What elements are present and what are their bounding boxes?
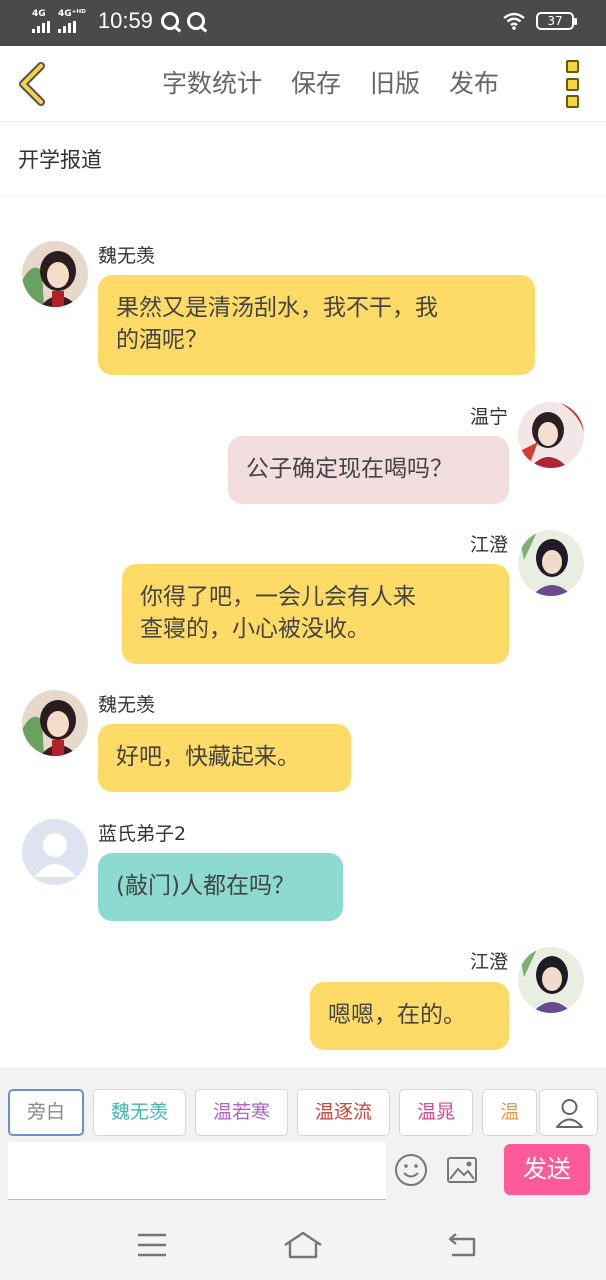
- clock: 10:59: [97, 8, 153, 33]
- message-bubble[interactable]: 好吧，快藏起来。: [98, 724, 351, 792]
- message-bubble[interactable]: 嗯嗯，在的。: [310, 982, 509, 1050]
- word-count-button[interactable]: 字数统计: [162, 68, 262, 100]
- menu-icon: [138, 1233, 166, 1257]
- sender-name: 蓝氏弟子2: [98, 823, 187, 845]
- role-chip[interactable]: 温逐流: [297, 1089, 391, 1136]
- signal-bars-icon: [32, 20, 50, 33]
- jiang-cheng-avatar[interactable]: [518, 530, 584, 596]
- send-button[interactable]: 发送: [504, 1144, 590, 1195]
- signal-indicator-2: 4G⁺ᴴᴰ: [58, 8, 86, 33]
- chevron-left-icon: [19, 62, 45, 106]
- nav-back-button[interactable]: [440, 1229, 484, 1261]
- editor-toolbar: 字数统计 保存 旧版 发布: [0, 46, 606, 122]
- back-icon: [448, 1233, 476, 1257]
- signal-1-label: 4G: [32, 8, 46, 19]
- message-line: 嗯嗯，在的。: [328, 1002, 466, 1028]
- image-button[interactable]: [446, 1155, 478, 1185]
- person-icon: [556, 1099, 583, 1128]
- message-line: 公子确定现在喝吗？: [246, 456, 453, 482]
- composer-panel: 旁白 魏无羡 温若寒 温逐流 温晁 温 发送: [0, 1067, 606, 1209]
- sender-name: 温宁: [469, 406, 508, 428]
- role-chip[interactable]: 魏无羡: [93, 1089, 187, 1136]
- message-input[interactable]: [8, 1142, 386, 1200]
- chat-area[interactable]: 魏无羡 果然又是清汤刮水，我不干，我 的酒呢？ 温宁 公子确定现在喝吗？ 江澄 …: [0, 197, 606, 1067]
- notification-q-icon: [186, 12, 205, 30]
- back-button[interactable]: [14, 60, 54, 108]
- message-line: 查寝的，小心被没收。: [140, 616, 370, 642]
- message-line: 的酒呢？: [116, 327, 208, 353]
- message-bubble[interactable]: 你得了吧，一会儿会有人来 查寝的，小心被没收。: [122, 564, 509, 664]
- emoji-button[interactable]: [394, 1153, 428, 1187]
- sender-name: 魏无羡: [98, 694, 156, 716]
- role-chip[interactable]: 温晁: [399, 1089, 474, 1136]
- role-selector: 旁白 魏无羡 温若寒 温逐流 温晁 温: [8, 1089, 538, 1137]
- story-title: 开学报道: [18, 148, 102, 172]
- nav-menu-button[interactable]: [130, 1229, 174, 1261]
- wen-ning-avatar[interactable]: [518, 402, 584, 468]
- image-icon: [447, 1157, 477, 1183]
- publish-button[interactable]: 发布: [449, 68, 499, 100]
- role-chip[interactable]: 温: [482, 1089, 538, 1136]
- role-manage-button[interactable]: [539, 1089, 598, 1136]
- sender-name: 魏无羡: [98, 245, 156, 267]
- wifi-icon: [503, 12, 525, 30]
- home-icon: [284, 1231, 322, 1259]
- message-bubble[interactable]: 公子确定现在喝吗？: [228, 436, 509, 504]
- default-user-avatar[interactable]: [22, 819, 88, 885]
- story-title-row[interactable]: 开学报道: [0, 122, 606, 196]
- jiang-cheng-avatar[interactable]: [518, 947, 584, 1013]
- signal-2-label: 4G⁺ᴴᴰ: [58, 8, 86, 19]
- notification-q-icon: [160, 12, 179, 30]
- sender-name: 江澄: [469, 951, 508, 973]
- role-chip[interactable]: 温若寒: [195, 1089, 289, 1136]
- more-icon[interactable]: [566, 60, 580, 108]
- message-bubble[interactable]: 果然又是清汤刮水，我不干，我 的酒呢？: [98, 275, 535, 375]
- message-line: 好吧，快藏起来。: [116, 744, 300, 770]
- signal-bars-icon: [58, 20, 76, 33]
- sender-name: 江澄: [469, 534, 508, 556]
- save-button[interactable]: 保存: [291, 68, 341, 100]
- emoji-icon: [395, 1154, 427, 1186]
- role-chip-narrator[interactable]: 旁白: [8, 1089, 85, 1136]
- old-version-button[interactable]: 旧版: [370, 68, 420, 100]
- battery-level: 37: [547, 14, 563, 28]
- system-nav-bar: [0, 1209, 606, 1280]
- wei-wuxian-avatar[interactable]: [22, 241, 88, 307]
- message-line: 你得了吧，一会儿会有人来: [140, 584, 416, 610]
- message-line: 果然又是清汤刮水，我不干，我: [116, 295, 438, 321]
- signal-indicator-1: 4G: [32, 8, 50, 33]
- status-bar: 4G 4G⁺ᴴᴰ 10:59 37: [0, 0, 606, 46]
- battery-indicator: 37: [536, 12, 577, 30]
- message-line: (敲门)人都在吗？: [116, 873, 295, 899]
- nav-home-button[interactable]: [281, 1229, 325, 1261]
- wei-wuxian-avatar[interactable]: [22, 690, 88, 756]
- message-bubble[interactable]: (敲门)人都在吗？: [98, 853, 343, 921]
